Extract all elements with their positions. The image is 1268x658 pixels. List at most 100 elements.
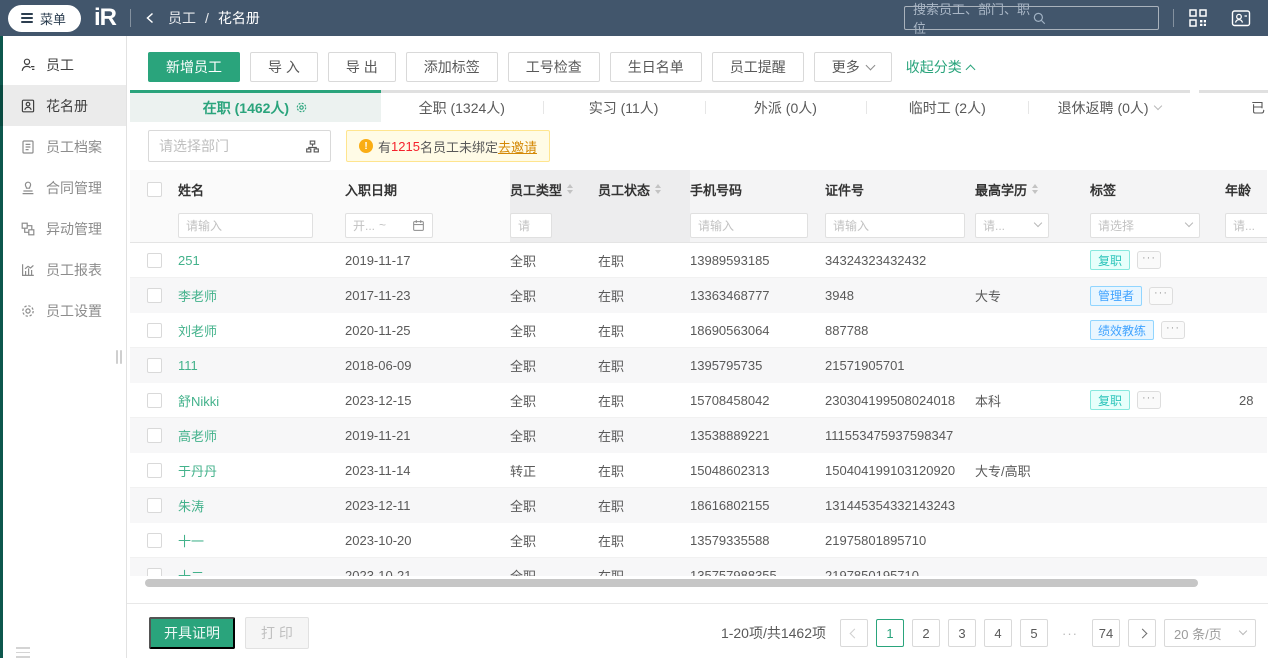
- filter-phone-input[interactable]: 请输入: [690, 212, 808, 238]
- page-button-4[interactable]: 4: [984, 619, 1012, 647]
- row-checkbox[interactable]: [146, 428, 162, 443]
- sidebar-item-label: 员工档案: [46, 138, 102, 155]
- toolbar-button-2[interactable]: 添加标签: [405, 52, 498, 82]
- employee-name-link[interactable]: 朱涛: [178, 496, 204, 515]
- search-placeholder: 搜索员工、部门、职位: [913, 2, 1031, 36]
- tab-1[interactable]: 全职 (1324人): [380, 90, 543, 122]
- tab-5[interactable]: 退休返聘 (0人): [1028, 90, 1190, 122]
- sidebar-item-transfer[interactable]: 异动管理: [0, 208, 126, 249]
- cell-id-number: 3948: [825, 288, 854, 303]
- cell-type: 全职: [510, 393, 537, 409]
- sort-icon[interactable]: [567, 184, 574, 194]
- tab-3[interactable]: 外派 (0人): [704, 90, 867, 122]
- employee-name-link[interactable]: 111: [178, 358, 198, 373]
- row-checkbox[interactable]: [146, 322, 162, 338]
- department-placeholder: 请选择部门: [159, 138, 229, 154]
- row-checkbox[interactable]: [146, 532, 162, 548]
- sidebar-item-label: 员工: [46, 56, 74, 73]
- scrollbar-thumb[interactable]: [145, 579, 1198, 587]
- row-checkbox[interactable]: [146, 498, 162, 513]
- back-button[interactable]: [145, 12, 156, 24]
- collapse-categories-link[interactable]: 收起分类: [906, 57, 976, 77]
- page-button-1[interactable]: 1: [876, 619, 904, 647]
- filter-education-select[interactable]: 请...: [975, 212, 1049, 238]
- cell-type: 全职: [510, 289, 537, 304]
- menu-button[interactable]: 菜单: [8, 4, 82, 32]
- select-all-checkbox[interactable]: [146, 181, 162, 197]
- cell-phone: 13989593185: [690, 252, 770, 268]
- contact-card-icon[interactable]: [1230, 8, 1252, 28]
- department-select[interactable]: 请选择部门: [148, 130, 331, 162]
- global-search-input[interactable]: 搜索员工、部门、职位: [904, 2, 1159, 36]
- filter-date-range[interactable]: 开... ~: [345, 212, 433, 238]
- add-employee-button[interactable]: 新增员工: [148, 52, 240, 82]
- row-checkbox[interactable]: [146, 358, 162, 373]
- cell-type: 全职: [510, 359, 537, 374]
- prev-page-button[interactable]: [840, 619, 868, 647]
- tab-overflow[interactable]: 已: [1199, 90, 1268, 122]
- sidebar-item-report[interactable]: 员工报表: [0, 249, 126, 290]
- page-button-74[interactable]: 74: [1092, 619, 1120, 647]
- toolbar-button-5[interactable]: 员工提醒: [711, 52, 804, 82]
- employee-name-link[interactable]: 251: [178, 253, 200, 268]
- cell-phone: 13579335588: [690, 532, 770, 548]
- sort-icon[interactable]: [1032, 184, 1039, 194]
- invite-link[interactable]: 去邀请: [498, 137, 537, 156]
- sort-icon[interactable]: [655, 184, 662, 194]
- filter-type-input[interactable]: 请: [510, 212, 552, 238]
- chevron-down-icon: [1153, 101, 1162, 110]
- toolbar-button-1[interactable]: 导 出: [327, 52, 396, 82]
- filter-tags-select[interactable]: 请选择: [1090, 212, 1200, 238]
- employee-name-link[interactable]: 十二: [178, 566, 204, 576]
- toolbar-button-0[interactable]: 导 入: [250, 52, 318, 82]
- qr-code-icon[interactable]: [1188, 8, 1208, 28]
- next-page-button[interactable]: [1128, 619, 1156, 647]
- sidebar-item-roster[interactable]: 花名册: [0, 85, 126, 126]
- row-checkbox[interactable]: [146, 568, 162, 576]
- filter-id-input[interactable]: 请输入: [825, 212, 965, 238]
- filter-age-input[interactable]: 请...: [1225, 212, 1267, 238]
- tag-more-button[interactable]: [1137, 251, 1162, 269]
- page-button-3[interactable]: 3: [948, 619, 976, 647]
- toolbar-button-3[interactable]: 工号检查: [507, 52, 600, 82]
- toolbar-button-4[interactable]: 生日名单: [609, 52, 702, 82]
- sidebar-item-employee[interactable]: 员工: [0, 44, 126, 85]
- employee-name-link[interactable]: 高老师: [178, 426, 217, 445]
- breadcrumb-parent[interactable]: 员工: [168, 8, 196, 28]
- sidebar-collapse-icon[interactable]: [16, 647, 30, 658]
- sidebar-item-settings[interactable]: 员工设置: [0, 290, 126, 331]
- employee-name-link[interactable]: 十一: [178, 531, 204, 550]
- row-checkbox[interactable]: [146, 252, 162, 268]
- tag-more-button[interactable]: [1161, 321, 1186, 339]
- table-row: 251 2019-11-17 全职 在职 13989593185 3432432…: [130, 243, 1267, 278]
- more-button[interactable]: 更多: [813, 52, 892, 82]
- table-row: 111 2018-06-09 全职 在职 1395795735 21571905…: [130, 348, 1267, 383]
- employee-name-link[interactable]: 于丹丹: [178, 461, 217, 480]
- sidebar-resize-handle[interactable]: [116, 350, 122, 364]
- sidebar-item-contract[interactable]: 合同管理: [0, 167, 126, 208]
- employee-name-link[interactable]: 李老师: [178, 286, 217, 305]
- chevron-down-icon: [1184, 218, 1194, 228]
- cell-education: [975, 488, 1090, 523]
- issue-certificate-button[interactable]: 开具证明: [149, 617, 235, 649]
- tab-4[interactable]: 临时工 (2人): [866, 90, 1029, 122]
- row-checkbox[interactable]: [146, 288, 162, 303]
- page-button-2[interactable]: 2: [912, 619, 940, 647]
- filter-name-input[interactable]: 请输入: [178, 212, 313, 238]
- cell-tags: 复职: [1090, 243, 1225, 277]
- page-size-select[interactable]: 20 条/页: [1164, 619, 1256, 647]
- cell-education: [975, 243, 1090, 277]
- sidebar-item-archive[interactable]: 员工档案: [0, 126, 126, 167]
- tag-more-button[interactable]: [1137, 391, 1162, 409]
- cell-hire-date: 2023-10-21: [345, 568, 412, 576]
- employee-name-link[interactable]: 舒Nikki: [178, 391, 219, 410]
- page-button-5[interactable]: 5: [1020, 619, 1048, 647]
- sidebar-menu: 员工花名册员工档案合同管理 异动管理 员工报表 员工设置: [0, 44, 126, 331]
- row-checkbox[interactable]: [146, 462, 162, 478]
- cell-status: 在职: [598, 393, 625, 409]
- tab-0[interactable]: 在职 (1462人): [130, 90, 381, 122]
- employee-name-link[interactable]: 刘老师: [178, 321, 217, 340]
- row-checkbox[interactable]: [146, 392, 162, 408]
- tag-more-button[interactable]: [1149, 286, 1174, 305]
- tab-2[interactable]: 实习 (11人): [542, 90, 705, 122]
